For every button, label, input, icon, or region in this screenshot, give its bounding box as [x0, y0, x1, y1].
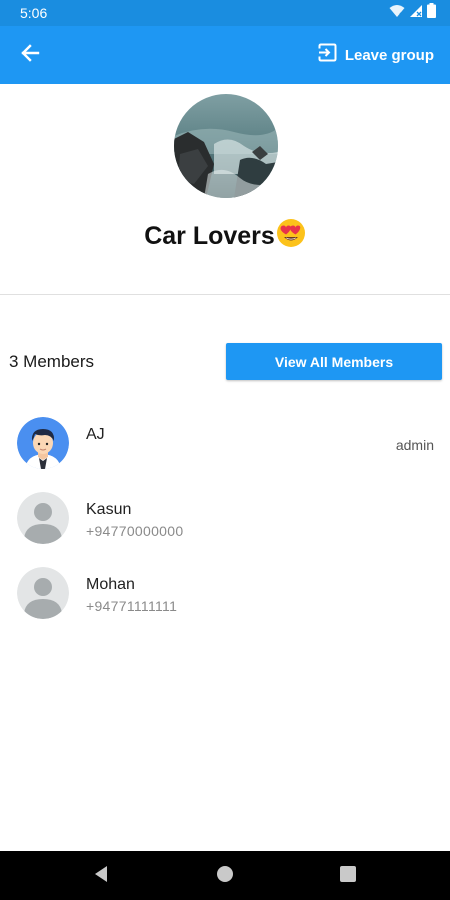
status-bar: 5:06 [0, 0, 450, 26]
nav-home-button[interactable] [212, 863, 238, 889]
avatar [17, 417, 69, 469]
default-person-avatar-icon [17, 567, 69, 619]
default-person-avatar-icon [17, 492, 69, 544]
nav-back-icon [93, 865, 109, 888]
cartoon-man-avatar-icon [17, 417, 69, 469]
member-name: AJ [86, 426, 105, 443]
battery-icon [427, 3, 436, 23]
app-bar: Leave group [0, 26, 450, 84]
signal-icon [409, 4, 423, 23]
leave-group-label: Leave group [344, 46, 434, 64]
member-phone: +94770000000 [86, 523, 184, 539]
exit-icon [318, 43, 337, 67]
heart-eyes-emoji-icon [276, 218, 306, 255]
member-row-aj[interactable]: AJ admin [0, 417, 450, 481]
leave-group-button[interactable]: Leave group [318, 40, 434, 70]
nav-back-button[interactable] [88, 863, 114, 889]
nav-recents-button[interactable] [335, 863, 361, 889]
admin-badge: admin [395, 437, 434, 453]
section-divider [0, 294, 450, 295]
status-icons [389, 3, 436, 23]
member-row-mohan[interactable]: Mohan +94771111111 [0, 567, 450, 631]
group-photo[interactable] [174, 94, 278, 198]
group-name: Car Lovers [0, 218, 450, 255]
avatar [17, 567, 69, 619]
nav-home-icon [216, 865, 234, 888]
back-button[interactable] [14, 39, 46, 71]
wifi-icon [389, 4, 405, 23]
group-name-text: Car Lovers [144, 222, 275, 250]
member-name: Kasun [86, 501, 132, 518]
member-count: 3 Members [9, 352, 95, 371]
avatar [17, 492, 69, 544]
nav-recents-icon [340, 865, 356, 887]
member-name: Mohan [86, 576, 135, 593]
status-time: 5:06 [20, 5, 48, 21]
arrow-left-icon [20, 43, 40, 68]
member-row-kasun[interactable]: Kasun +94770000000 [0, 492, 450, 556]
member-phone: +94771111111 [86, 598, 178, 614]
system-nav-bar [0, 851, 450, 900]
view-all-members-button[interactable]: View All Members [226, 343, 442, 380]
group-photo-image [174, 94, 278, 198]
